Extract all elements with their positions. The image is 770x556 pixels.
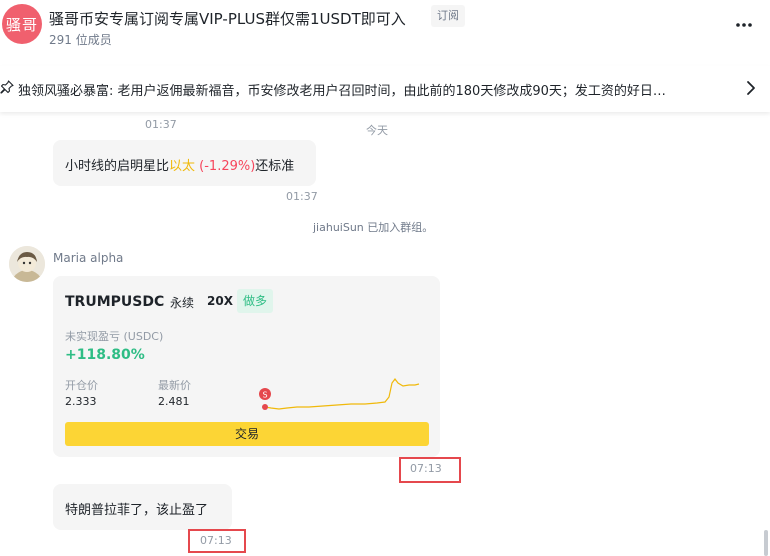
subscribe-tag: 订阅 xyxy=(431,5,465,27)
message-text: 特朗普拉菲了，该止盈了 xyxy=(65,503,209,518)
scrollbar[interactable] xyxy=(764,530,768,556)
last-price-value: 2.481 xyxy=(158,395,190,408)
open-price-label: 开仓价 xyxy=(65,379,98,392)
leverage: 20X xyxy=(207,294,233,308)
pinned-announcement[interactable]: 独领风骚必暴富: 老用户返佣最新福音，币安修改老用户召回时间，由此前的180天修… xyxy=(0,66,770,112)
message-text: 还标准 xyxy=(255,159,295,174)
more-vertical-icon[interactable] xyxy=(733,14,755,36)
message-bubble[interactable]: 小时线的启明星比以太 (-1.29%)还标准 xyxy=(53,140,316,186)
member-count[interactable]: 291 位成员 xyxy=(49,31,112,48)
pnl-value: +118.80% xyxy=(65,347,145,363)
avatar[interactable] xyxy=(9,246,45,282)
position-card[interactable]: TRUMPUSDC 永续 20X 做多 未实现盈亏 (USDC) +118.80… xyxy=(53,276,440,457)
pinned-text: 独领风骚必暴富: 老用户返佣最新福音，币安修改老用户召回时间，由此前的180天修… xyxy=(18,84,666,99)
pin-icon xyxy=(0,80,14,94)
entry-point xyxy=(262,404,268,410)
group-avatar[interactable]: 骚哥 xyxy=(2,4,42,44)
system-message: jiahuiSun 已加入群组。 xyxy=(313,221,434,234)
price-sparkline: S xyxy=(259,378,420,410)
trading-pair: TRUMPUSDC xyxy=(65,294,165,310)
last-price-label: 最新价 xyxy=(158,379,191,392)
day-divider: 今天 xyxy=(366,124,388,137)
sender-name[interactable]: Maria alpha xyxy=(53,251,123,265)
marker-label: S xyxy=(262,391,267,400)
contract-type: 永续 xyxy=(170,296,195,310)
side-badge: 做多 xyxy=(237,289,274,313)
price-change: (-1.29%) xyxy=(195,159,256,174)
pnl-label: 未实现盈亏 (USDC) xyxy=(65,330,164,343)
open-price-value: 2.333 xyxy=(65,395,97,408)
coin-link[interactable]: 以太 xyxy=(169,159,195,174)
message-bubble[interactable]: 特朗普拉菲了，该止盈了 xyxy=(53,484,232,530)
group-title[interactable]: 骚哥币安专属订阅专属VIP-PLUS群仅需1USDT即可入 xyxy=(49,8,406,29)
chevron-right-icon[interactable] xyxy=(744,80,758,96)
chat-header: 骚哥 骚哥币安专属订阅专属VIP-PLUS群仅需1USDT即可入 订阅 291 … xyxy=(0,0,770,56)
message-time: 01:37 xyxy=(286,190,318,203)
trade-button[interactable]: 交易 xyxy=(65,422,429,446)
message-time: 07:13 xyxy=(200,534,232,547)
message-time: 01:37 xyxy=(145,118,177,131)
message-time: 07:13 xyxy=(410,462,442,475)
message-text: 小时线的启明星比 xyxy=(65,159,170,174)
